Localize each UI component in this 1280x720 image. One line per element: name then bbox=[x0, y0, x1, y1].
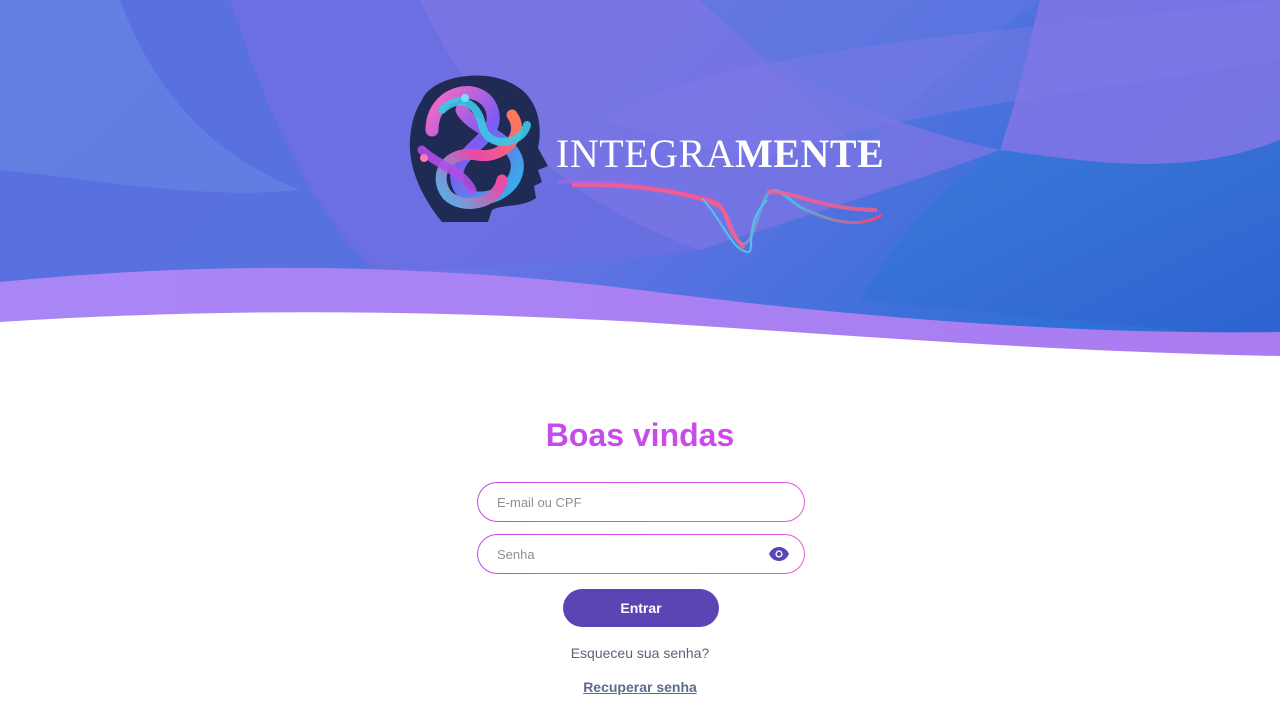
email-field-inner bbox=[478, 483, 804, 521]
eye-icon bbox=[769, 547, 789, 561]
toggle-password-button[interactable] bbox=[768, 543, 790, 565]
brand-wordmark: INTEGRAMENTE bbox=[556, 134, 884, 174]
brain-knot-icon bbox=[409, 75, 548, 222]
recover-password-container: Recuperar senha bbox=[0, 679, 1280, 695]
login-page: INTEGRAMENTE Boas vindas E-mail ou CPF E… bbox=[0, 0, 1280, 720]
password-input[interactable] bbox=[495, 545, 768, 563]
password-field-inner bbox=[478, 535, 804, 573]
email-input[interactable] bbox=[495, 493, 790, 511]
welcome-title: Boas vindas bbox=[0, 414, 1280, 456]
forgot-password-text: Esqueceu sua senha? bbox=[570, 645, 710, 661]
brand-logo: INTEGRAMENTE bbox=[402, 70, 892, 260]
brand-swoosh bbox=[556, 180, 883, 253]
email-field-wrapper bbox=[477, 482, 805, 522]
recover-password-link[interactable]: Recuperar senha bbox=[583, 679, 697, 695]
password-field-wrapper bbox=[477, 534, 805, 574]
login-button[interactable]: Entrar bbox=[563, 589, 719, 627]
